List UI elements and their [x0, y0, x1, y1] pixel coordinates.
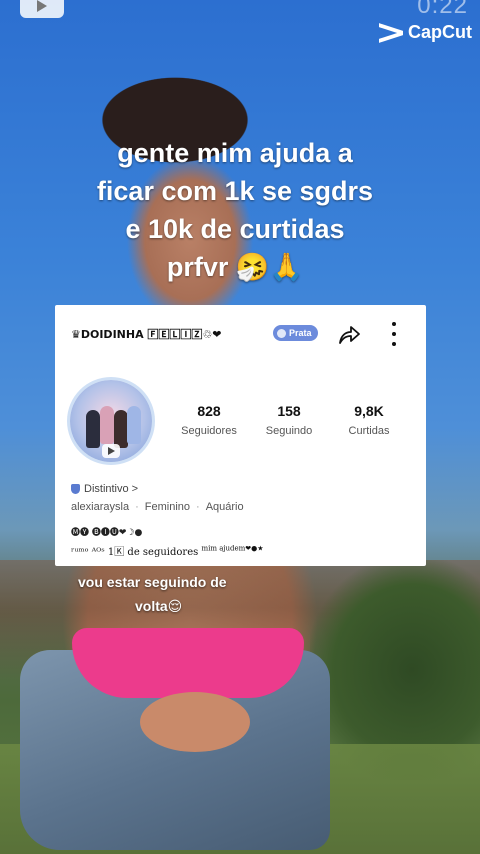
- person-top: [72, 628, 304, 698]
- share-icon[interactable]: [337, 323, 361, 347]
- gender: Feminino: [144, 501, 191, 513]
- stat-followers[interactable]: 828 Seguidores: [169, 403, 249, 437]
- stat-label: Curtidas: [348, 425, 390, 437]
- avatar-figure: [100, 406, 114, 444]
- sub-caption-line: volta😌: [135, 598, 183, 614]
- video-play-icon[interactable]: [102, 444, 120, 458]
- stat-likes[interactable]: 9,8K Curtidas: [329, 403, 409, 437]
- video-caption: gente mim ajuda a ficar com 1k se sgdrs …: [60, 134, 410, 286]
- caption-line: gente mim ajuda a: [117, 138, 353, 168]
- bio-superscript: mim ajudem❤●★: [201, 544, 264, 553]
- capcut-logo-icon: [379, 25, 403, 41]
- avatar-figure: [114, 410, 128, 448]
- bio-line: ʳᵘᵐᵒ ᴬᴼˢ 1🄺 de seguidores mim ajudem❤●★: [71, 543, 264, 558]
- username: alexiaraysla: [71, 501, 130, 513]
- sub-caption-line: vou estar seguindo de: [78, 574, 227, 590]
- level-badge-label: Prata: [289, 328, 312, 338]
- person-skin: [140, 692, 250, 752]
- avatar[interactable]: [70, 380, 152, 462]
- profile-meta: alexiaraysla · Feminino · Aquário: [71, 501, 244, 513]
- more-options-icon[interactable]: [390, 322, 398, 346]
- caption-line: ficar com 1k se sgdrs: [96, 176, 374, 206]
- stat-value: 828: [197, 403, 221, 419]
- stat-label: Seguindo: [265, 425, 313, 437]
- stat-following[interactable]: 158 Seguindo: [249, 403, 329, 437]
- badge-link[interactable]: Distintivo >: [71, 483, 138, 495]
- profile-card: ♛DOIDINHA 🄵🄴🄻🄸🅉♲❤ Prata 828 Seguidores 1…: [55, 305, 426, 566]
- level-badge[interactable]: Prata: [273, 325, 318, 341]
- badge-link-label: Distintivo >: [84, 483, 139, 495]
- shield-icon: [71, 484, 80, 494]
- profile-name: ♛DOIDINHA 🄵🄴🄻🄸🅉♲❤: [71, 328, 222, 341]
- stat-value: 9,8K: [354, 403, 384, 419]
- sub-caption: vou estar seguindo de volta😌: [78, 570, 278, 618]
- avatar-figure: [127, 406, 141, 444]
- video-timer: 0:22: [417, 0, 468, 19]
- play-icon[interactable]: [20, 0, 64, 18]
- stat-value: 158: [277, 403, 301, 419]
- caption-line: e 10k de curtidas: [125, 214, 345, 244]
- level-icon: [277, 328, 286, 338]
- capcut-label: CapCut: [408, 22, 472, 42]
- caption-line: prfvr 🤧🙏: [166, 252, 304, 282]
- capcut-watermark: CapCut: [379, 22, 472, 43]
- bio-text: ʳᵘᵐᵒ ᴬᴼˢ 1🄺 de seguidores: [71, 547, 199, 558]
- zodiac-sign: Aquário: [205, 501, 244, 513]
- avatar-figure: [86, 410, 100, 448]
- bio-line: 🅜🅨 🅑🅘🅤❤☽●: [71, 528, 143, 538]
- stat-label: Seguidores: [181, 425, 237, 437]
